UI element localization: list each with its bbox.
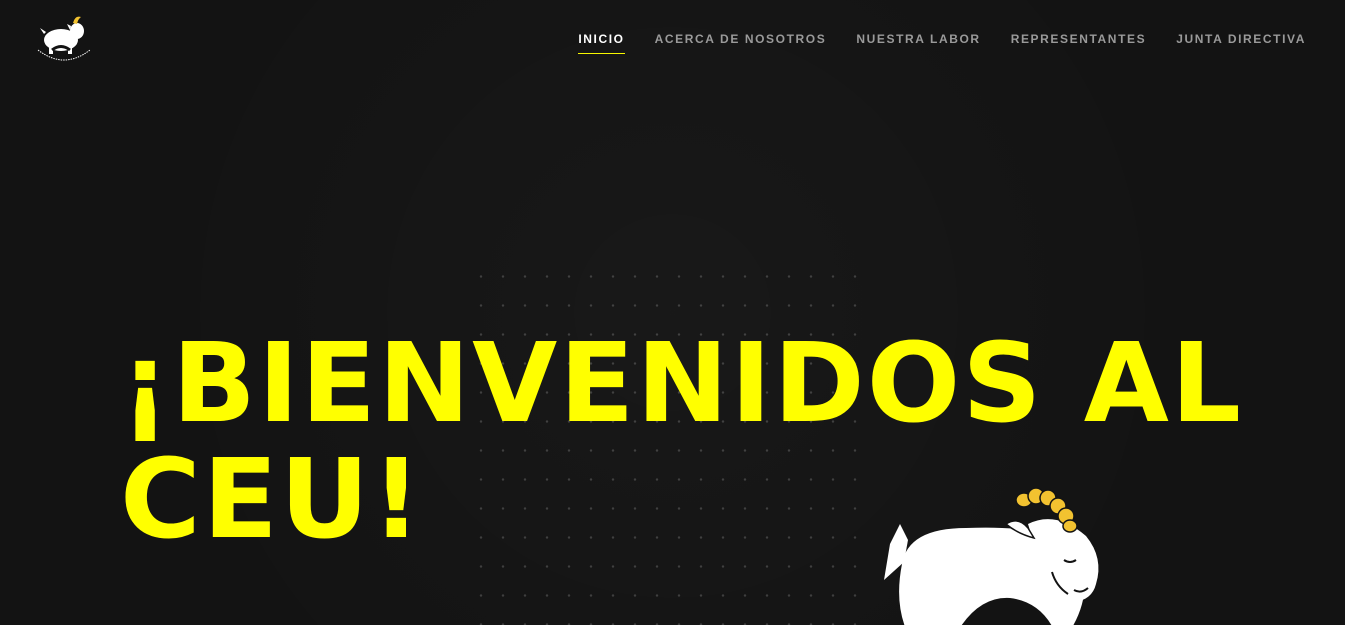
goat-mascot-icon [884, 487, 1099, 625]
main-nav: INICIO ACERCA DE NOSOTROS NUESTRA LABOR … [578, 31, 1306, 54]
nav-item-inicio[interactable]: INICIO [578, 31, 625, 54]
goat-logo-icon [37, 16, 91, 61]
nav-item-representantes[interactable]: REPRESENTANTES [1011, 31, 1147, 53]
logo[interactable] [34, 12, 94, 64]
nav-item-acerca-de-nosotros[interactable]: ACERCA DE NOSOTROS [655, 31, 827, 53]
nav-item-junta-directiva[interactable]: JUNTA DIRECTIVA [1176, 31, 1306, 53]
nav-item-nuestra-labor[interactable]: NUESTRA LABOR [856, 31, 980, 53]
mascot [878, 484, 1110, 625]
page: INICIO ACERCA DE NOSOTROS NUESTRA LABOR … [0, 0, 1345, 625]
